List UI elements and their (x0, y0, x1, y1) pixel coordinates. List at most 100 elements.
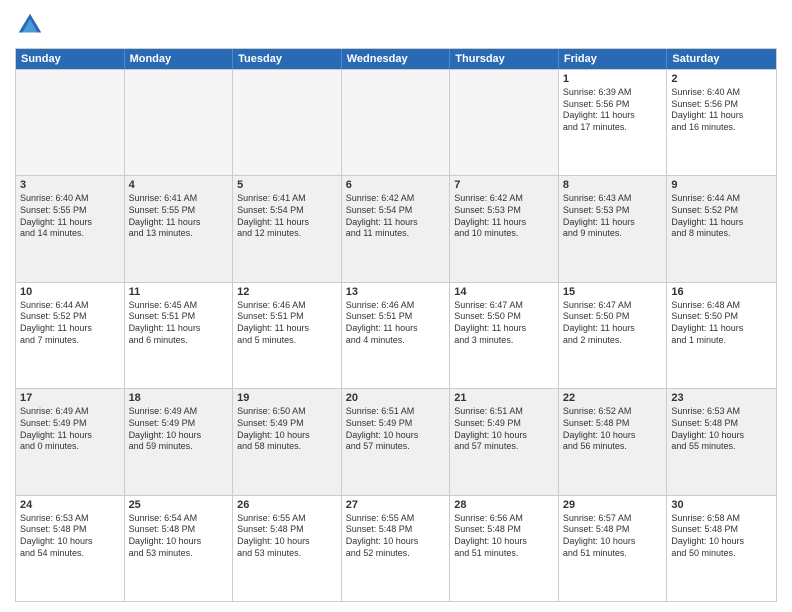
cell-line: Sunrise: 6:57 AM (563, 513, 663, 525)
cal-cell-1-1: 4Sunrise: 6:41 AMSunset: 5:55 PMDaylight… (125, 176, 234, 281)
cell-line: Sunset: 5:48 PM (237, 524, 337, 536)
day-number: 5 (237, 179, 337, 191)
header-day-monday: Monday (125, 49, 234, 69)
cell-line: Daylight: 11 hours (20, 217, 120, 229)
calendar-body: 1Sunrise: 6:39 AMSunset: 5:56 PMDaylight… (16, 69, 776, 601)
cal-cell-0-6: 2Sunrise: 6:40 AMSunset: 5:56 PMDaylight… (667, 70, 776, 175)
cell-line: Sunset: 5:49 PM (129, 418, 229, 430)
cal-cell-4-3: 27Sunrise: 6:55 AMSunset: 5:48 PMDayligh… (342, 496, 451, 601)
cell-line: Sunrise: 6:53 AM (20, 513, 120, 525)
cell-line: and 52 minutes. (346, 548, 446, 560)
cell-line: and 14 minutes. (20, 228, 120, 240)
cal-cell-4-6: 30Sunrise: 6:58 AMSunset: 5:48 PMDayligh… (667, 496, 776, 601)
cell-line: and 0 minutes. (20, 441, 120, 453)
cell-line: Sunset: 5:51 PM (237, 311, 337, 323)
cell-line: Sunrise: 6:45 AM (129, 300, 229, 312)
cal-cell-2-4: 14Sunrise: 6:47 AMSunset: 5:50 PMDayligh… (450, 283, 559, 388)
cell-line: and 6 minutes. (129, 335, 229, 347)
day-number: 27 (346, 499, 446, 511)
cell-line: and 10 minutes. (454, 228, 554, 240)
cal-cell-0-5: 1Sunrise: 6:39 AMSunset: 5:56 PMDaylight… (559, 70, 668, 175)
cell-line: Daylight: 11 hours (454, 323, 554, 335)
cal-cell-2-5: 15Sunrise: 6:47 AMSunset: 5:50 PMDayligh… (559, 283, 668, 388)
cell-line: and 54 minutes. (20, 548, 120, 560)
day-number: 9 (671, 179, 772, 191)
day-number: 7 (454, 179, 554, 191)
cell-line: Daylight: 11 hours (563, 323, 663, 335)
day-number: 18 (129, 392, 229, 404)
cal-cell-2-6: 16Sunrise: 6:48 AMSunset: 5:50 PMDayligh… (667, 283, 776, 388)
cell-line: Sunset: 5:51 PM (346, 311, 446, 323)
day-number: 28 (454, 499, 554, 511)
cell-line: and 51 minutes. (454, 548, 554, 560)
cell-line: and 2 minutes. (563, 335, 663, 347)
week-row-3: 17Sunrise: 6:49 AMSunset: 5:49 PMDayligh… (16, 388, 776, 494)
day-number: 4 (129, 179, 229, 191)
cell-line: Sunset: 5:53 PM (454, 205, 554, 217)
cell-line: Daylight: 11 hours (671, 323, 772, 335)
cell-line: Daylight: 11 hours (129, 217, 229, 229)
cal-cell-3-3: 20Sunrise: 6:51 AMSunset: 5:49 PMDayligh… (342, 389, 451, 494)
week-row-1: 3Sunrise: 6:40 AMSunset: 5:55 PMDaylight… (16, 175, 776, 281)
cal-cell-2-0: 10 Sunrise: 6:44 AMSunset: 5:52 PMDayligh… (16, 283, 125, 388)
cell-line: Sunrise: 6:46 AM (346, 300, 446, 312)
cell-line: Sunrise: 6:42 AM (454, 193, 554, 205)
cal-cell-3-5: 22Sunrise: 6:52 AMSunset: 5:48 PMDayligh… (559, 389, 668, 494)
cell-line: Daylight: 10 hours (563, 430, 663, 442)
day-number: 1 (563, 73, 663, 85)
cell-line: and 55 minutes. (671, 441, 772, 453)
cell-line: and 51 minutes. (563, 548, 663, 560)
cell-line: Sunrise: 6:55 AM (237, 513, 337, 525)
cal-cell-0-2 (233, 70, 342, 175)
cal-cell-1-3: 6Sunrise: 6:42 AMSunset: 5:54 PMDaylight… (342, 176, 451, 281)
day-number: 26 (237, 499, 337, 511)
cell-line: Sunrise: 6:47 AM (454, 300, 554, 312)
cell-line: Sunset: 5:49 PM (454, 418, 554, 430)
cell-line: Sunrise: 6:56 AM (454, 513, 554, 525)
cell-line: Sunset: 5:53 PM (563, 205, 663, 217)
cell-line: Sunset: 5:48 PM (20, 524, 120, 536)
cell-line: Sunset: 5:48 PM (671, 418, 772, 430)
cell-line: Sunrise: 6:40 AM (671, 87, 772, 99)
cal-cell-4-1: 25Sunrise: 6:54 AMSunset: 5:48 PMDayligh… (125, 496, 234, 601)
cell-line: and 50 minutes. (671, 548, 772, 560)
cell-line: Sunset: 5:48 PM (454, 524, 554, 536)
day-number: 3 (20, 179, 120, 191)
cell-line: Sunrise: 6:55 AM (346, 513, 446, 525)
cell-line: and 9 minutes. (563, 228, 663, 240)
cal-cell-4-2: 26Sunrise: 6:55 AMSunset: 5:48 PMDayligh… (233, 496, 342, 601)
cal-cell-1-2: 5Sunrise: 6:41 AMSunset: 5:54 PMDaylight… (233, 176, 342, 281)
cal-cell-2-2: 12Sunrise: 6:46 AMSunset: 5:51 PMDayligh… (233, 283, 342, 388)
cal-cell-1-5: 8Sunrise: 6:43 AMSunset: 5:53 PMDaylight… (559, 176, 668, 281)
cell-line: Sunrise: 6:39 AM (563, 87, 663, 99)
cal-cell-1-4: 7 Sunrise: 6:42 AMSunset: 5:53 PMDaylight… (450, 176, 559, 281)
cell-line: Sunset: 5:48 PM (346, 524, 446, 536)
cell-line: and 53 minutes. (237, 548, 337, 560)
day-number: 12 (237, 286, 337, 298)
cell-line: Daylight: 11 hours (454, 217, 554, 229)
day-number: 6 (346, 179, 446, 191)
cell-line: Sunset: 5:52 PM (20, 311, 120, 323)
cell-line: Daylight: 10 hours (129, 536, 229, 548)
day-number: 20 (346, 392, 446, 404)
cell-line: Daylight: 11 hours (20, 323, 120, 335)
cell-line: Daylight: 11 hours (346, 323, 446, 335)
header-day-friday: Friday (559, 49, 668, 69)
cell-line: and 59 minutes. (129, 441, 229, 453)
cell-line: Daylight: 10 hours (346, 430, 446, 442)
cell-line: Sunrise: 6:41 AM (129, 193, 229, 205)
cal-cell-4-5: 29Sunrise: 6:57 AMSunset: 5:48 PMDayligh… (559, 496, 668, 601)
day-number: 10 (20, 286, 120, 298)
day-number: 19 (237, 392, 337, 404)
cell-line: Sunrise: 6:58 AM (671, 513, 772, 525)
cell-line: and 5 minutes. (237, 335, 337, 347)
cell-line: Sunrise: 6:44 AM (20, 300, 120, 312)
day-number: 14 (454, 286, 554, 298)
cell-line: Sunset: 5:51 PM (129, 311, 229, 323)
cell-line: Daylight: 11 hours (563, 217, 663, 229)
cell-line: Sunset: 5:48 PM (129, 524, 229, 536)
cell-line: and 53 minutes. (129, 548, 229, 560)
cell-line: and 7 minutes. (20, 335, 120, 347)
cal-cell-3-0: 17Sunrise: 6:49 AMSunset: 5:49 PMDayligh… (16, 389, 125, 494)
cell-line: Daylight: 10 hours (563, 536, 663, 548)
